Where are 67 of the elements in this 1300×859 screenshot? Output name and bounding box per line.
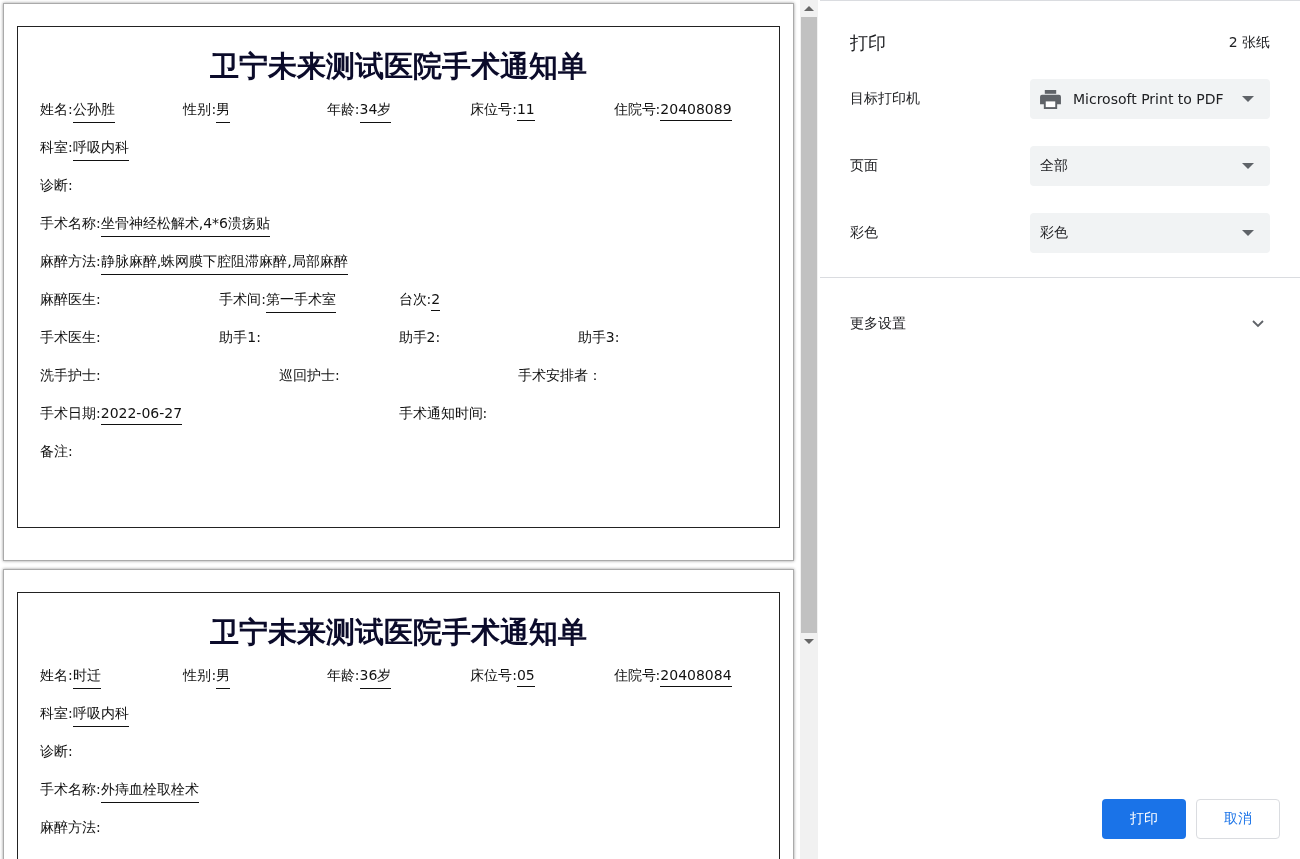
field-label: 手术安排者： [518, 367, 602, 385]
print-button[interactable]: 打印 [1102, 799, 1186, 839]
setting-label: 彩色 [850, 224, 878, 242]
field-label: 巡回护士: [279, 367, 340, 385]
field-label: 姓名: [40, 667, 73, 685]
scrollbar[interactable] [800, 0, 818, 859]
field-label: 性别: [183, 101, 217, 119]
field-label: 住院号: [613, 667, 661, 685]
field-value: 公孙胜 [72, 101, 115, 123]
field-value: 36岁 [359, 667, 392, 689]
field-value: 坐骨神经松解术,4*6溃疡贴 [100, 215, 270, 237]
field-label: 住院号: [613, 101, 661, 119]
field-value: 外痔血栓取栓术 [100, 781, 199, 803]
field-label: 麻醉医生: [40, 291, 101, 309]
field-value: 34岁 [359, 101, 392, 123]
field-label: 助手3: [577, 329, 620, 347]
field-label: 年龄: [326, 101, 360, 119]
field-label: 助手2: [398, 329, 441, 347]
field-label: 性别: [183, 667, 217, 685]
caret-icon [1242, 96, 1254, 102]
field-label: 科室: [40, 705, 73, 723]
field-label: 姓名: [40, 101, 73, 119]
field-label: 麻醉方法: [40, 819, 101, 837]
cancel-button[interactable]: 取消 [1196, 799, 1280, 839]
field-label: 备注: [40, 443, 73, 461]
field-label: 手术日期: [40, 405, 101, 423]
field-value: 20408084 [660, 667, 732, 687]
more-settings-toggle[interactable]: 更多设置 [820, 278, 1300, 370]
field-label: 年龄: [326, 667, 360, 685]
form-title: 卫宁未来测试医院手术通知单 [209, 48, 588, 85]
field-label: 手术名称: [40, 781, 101, 799]
field-value: 呼吸内科 [72, 139, 129, 161]
setting-label: 目标打印机 [850, 90, 920, 108]
field-value: 静脉麻醉,蛛网膜下腔阻滞麻醉,局部麻醉 [100, 253, 348, 275]
form-title: 卫宁未来测试医院手术通知单 [209, 614, 588, 651]
field-value: 时迁 [72, 667, 101, 689]
field-value: 20408089 [660, 101, 732, 121]
panel-title: 打印 [850, 31, 886, 55]
field-label: 麻醉方法: [40, 253, 101, 271]
caret-icon [1242, 230, 1254, 236]
field-label: 手术名称: [40, 215, 101, 233]
field-label: 床位号: [470, 667, 517, 685]
field-label: 洗手护士: [40, 367, 101, 385]
field-value: 男 [216, 101, 231, 123]
field-label: 助手1: [219, 329, 261, 347]
field-value: 男 [216, 667, 231, 689]
sheet-count: 2 张纸 [1228, 34, 1270, 52]
field-value: 05 [516, 667, 535, 687]
field-value: 2022-06-27 [100, 405, 183, 425]
field-label: 科室: [40, 139, 73, 157]
field-value: 2 [431, 291, 441, 311]
dropdown[interactable]: 全部 [1030, 146, 1270, 186]
field-label: 床位号: [470, 101, 517, 119]
printer-icon [1040, 89, 1061, 109]
field-label: 手术间: [219, 291, 266, 309]
field-label: 诊断: [40, 177, 73, 195]
caret-icon [1242, 163, 1254, 169]
field-label: 台次: [398, 291, 432, 309]
dropdown[interactable]: 彩色 [1030, 213, 1270, 253]
chevron-down-icon [1252, 320, 1264, 328]
setting-label: 页面 [850, 157, 878, 175]
field-label: 诊断: [40, 743, 73, 761]
field-label: 手术通知时间: [398, 405, 488, 423]
field-value: 呼吸内科 [72, 705, 129, 727]
dropdown[interactable]: Microsoft Print to PDF [1030, 79, 1270, 119]
field-value: 11 [516, 101, 535, 121]
field-label: 手术医生: [40, 329, 101, 347]
